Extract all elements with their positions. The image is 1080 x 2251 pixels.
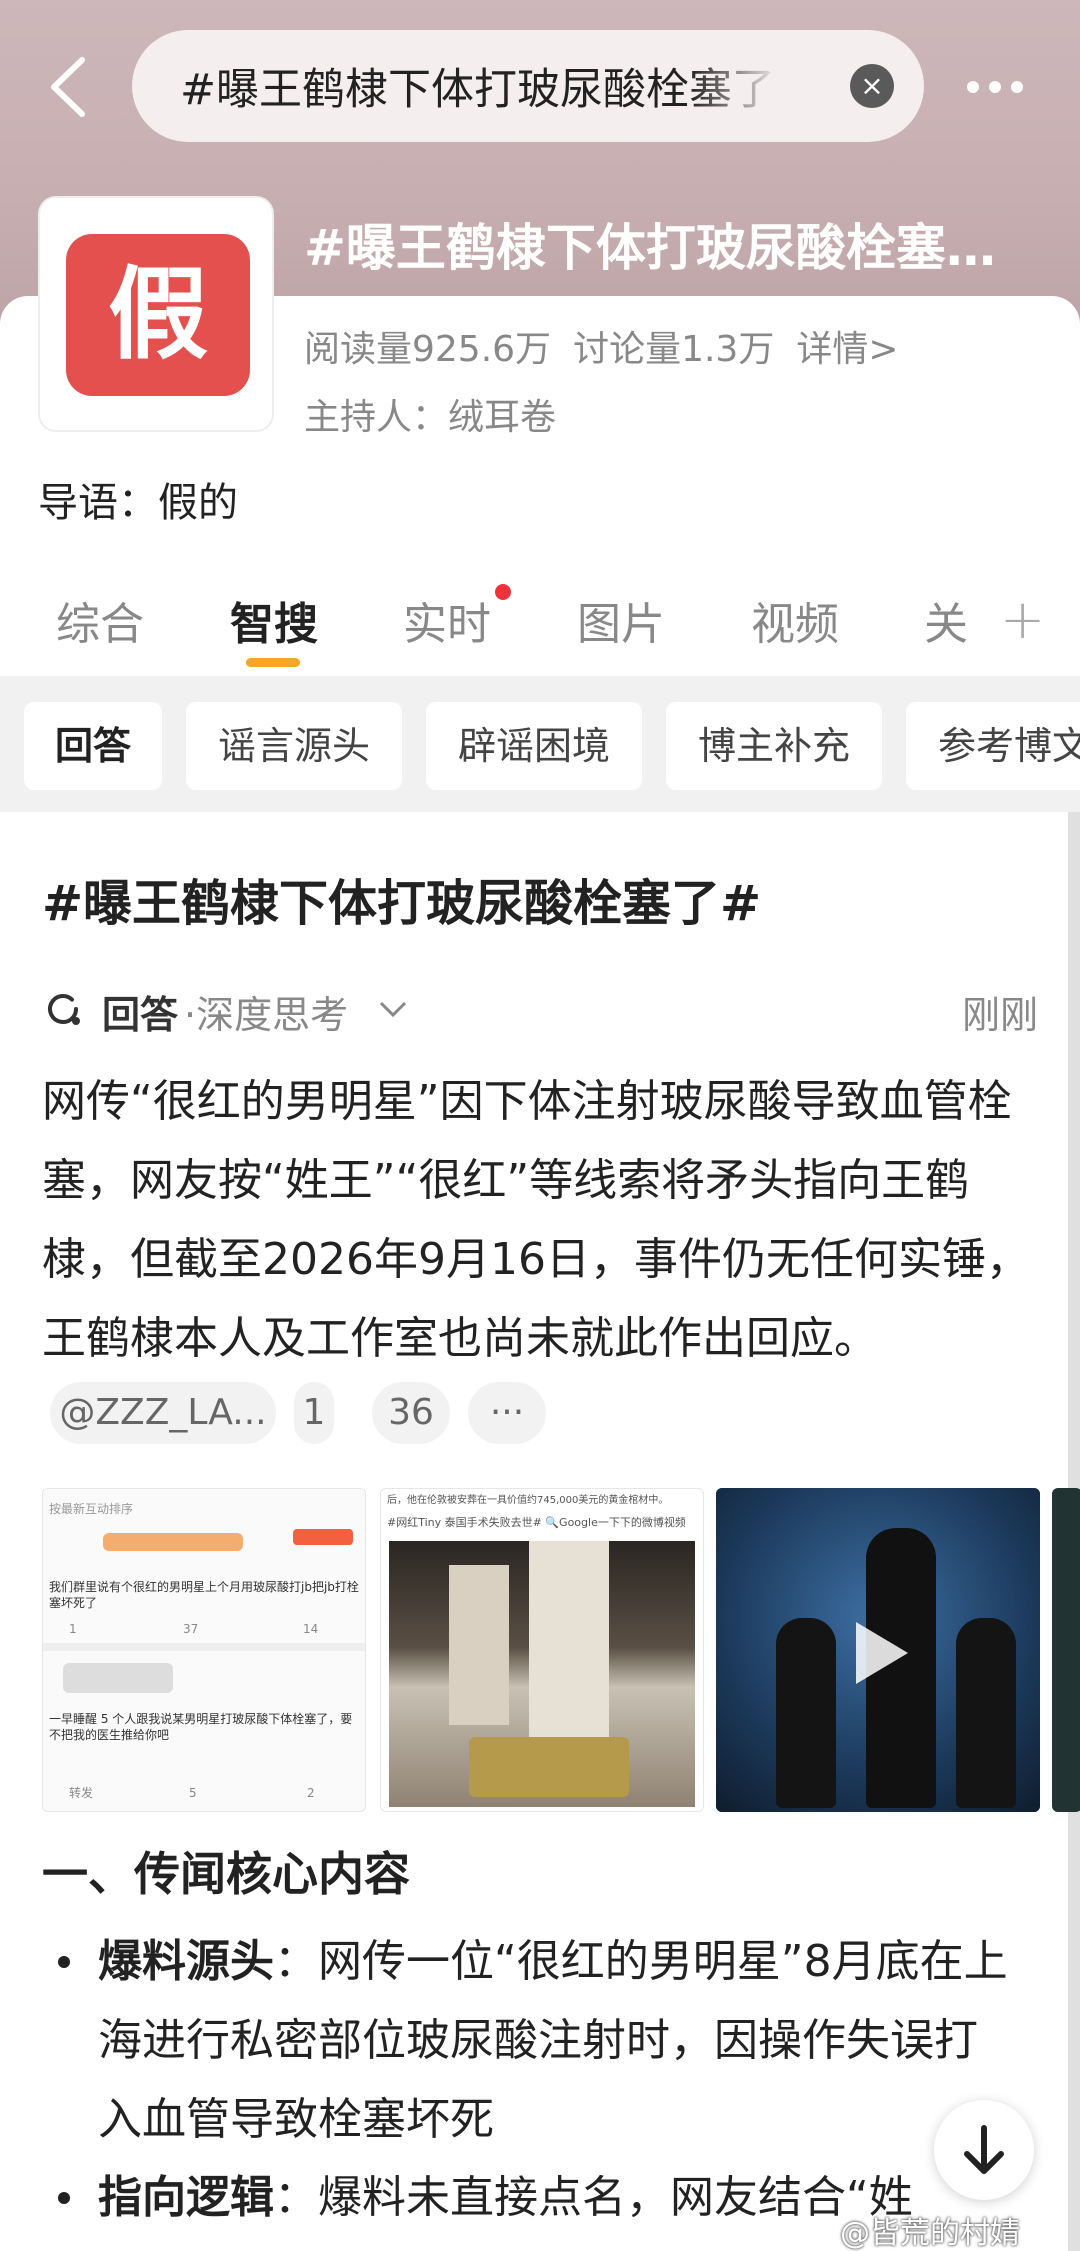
read-count: 阅读量925.6万 bbox=[304, 329, 552, 370]
image-text: 1 bbox=[69, 1622, 77, 1636]
image-text: 后，他在伦敦被安葬在一具价值约745,000美元的黄金棺材中。 bbox=[387, 1495, 669, 1506]
divider bbox=[43, 1643, 365, 1651]
deep-thinking-toggle[interactable]: ·深度思考 bbox=[184, 984, 348, 1039]
source-count-pill[interactable]: 36 bbox=[372, 1382, 450, 1444]
more-options-button[interactable] bbox=[962, 62, 1042, 112]
image-text: #网红Tiny 泰国手术失败去世# 🔍Google一下下的微博视频 bbox=[387, 1516, 686, 1529]
church-photo bbox=[389, 1541, 695, 1807]
tab-comprehensive[interactable]: 综合 bbox=[56, 588, 144, 652]
answer-header: 回答 ·深度思考 刚刚 bbox=[42, 980, 1038, 1040]
topic-title: #曝王鹤棣下体打玻尿酸栓塞… bbox=[304, 219, 996, 277]
back-arrow-icon bbox=[51, 57, 85, 117]
video-thumbnail[interactable] bbox=[716, 1488, 1040, 1812]
chip-answer[interactable]: 回答 bbox=[24, 702, 162, 790]
blurred-avatar-area bbox=[103, 1533, 243, 1551]
topic-stats: 阅读量925.6万 讨论量1.3万 详情> bbox=[304, 320, 921, 372]
bullet-item: 爆料源头：网传一位“很红的男明星”8月底在上海进行私密部位玻尿酸注射时，因操作失… bbox=[56, 1922, 1016, 2159]
answer-title: #曝王鹤棣下体打玻尿酸栓塞了# bbox=[42, 875, 762, 932]
chip-debunk-difficulty[interactable]: 辟谣困境 bbox=[426, 702, 642, 790]
topic-avatar: 假 bbox=[38, 196, 274, 432]
back-button[interactable] bbox=[40, 52, 100, 122]
image-text: 5 bbox=[189, 1786, 197, 1800]
screenshot-image-weibo-posts[interactable]: 按最新互动排序 我们群里说有个很红的男明星上个月用玻尿酸打jb把jb打栓塞坏死了… bbox=[42, 1488, 366, 1812]
tab-images[interactable]: 图片 bbox=[577, 588, 665, 652]
tab-realtime[interactable]: 实时 bbox=[403, 588, 491, 652]
bullet-dot bbox=[58, 1956, 70, 1968]
arrow-down-icon bbox=[964, 2125, 1004, 2174]
more-sources-pill[interactable]: ··· bbox=[468, 1382, 546, 1444]
chip-blogger-supplement[interactable]: 博主补充 bbox=[666, 702, 882, 790]
active-tab-indicator bbox=[246, 658, 300, 667]
dancer-figure bbox=[776, 1618, 836, 1808]
clear-icon[interactable]: × bbox=[850, 64, 894, 108]
answer-paragraph: 网传“很红的男明星”因下体注射玻尿酸导致血管栓塞，网友按“姓王”“很红”等线索将… bbox=[42, 1076, 1030, 1364]
image-text: 按最新互动排序 bbox=[49, 1502, 134, 1516]
tab-bar: 综合 智搜 实时 图片 视频 关 + bbox=[0, 580, 1080, 680]
dot-icon bbox=[989, 81, 1001, 93]
search-bar[interactable]: #曝王鹤棣下体打玻尿酸栓塞了 × bbox=[132, 30, 924, 142]
details-link[interactable]: 详情> bbox=[796, 329, 898, 370]
topic-intro: 导语：假的 bbox=[38, 480, 238, 526]
bullet-dot bbox=[58, 2192, 70, 2204]
bullet-text: ：爆料未直接点名，网友结合“姓 bbox=[274, 2172, 913, 2223]
section-heading: 一、传闻核心内容 bbox=[42, 1847, 410, 1901]
photo-detail bbox=[529, 1541, 609, 1741]
image-text: 转发 bbox=[69, 1786, 94, 1800]
tab-videos[interactable]: 视频 bbox=[751, 588, 839, 652]
answer-content: #曝王鹤棣下体打玻尿酸栓塞了# 回答 ·深度思考 刚刚 网传“很红的男明星”因下… bbox=[0, 812, 1080, 2251]
blurred-avatar-area bbox=[63, 1663, 173, 1693]
tab-related[interactable]: 关 bbox=[924, 588, 968, 652]
refresh-icon bbox=[48, 994, 80, 1025]
discussion-count: 讨论量1.3万 bbox=[573, 329, 775, 370]
dot-icon bbox=[1011, 81, 1023, 93]
chip-reference-posts[interactable]: 参考博文 bbox=[906, 702, 1080, 790]
source-count-pill[interactable]: 1 bbox=[294, 1382, 334, 1444]
image-text: 一早睡醒 5 个人跟我说某男明星打玻尿酸下体栓塞了，要不把我的医生推给你吧 bbox=[49, 1712, 353, 1742]
image-text: 我们群里说有个很红的男明星上个月用玻尿酸打jb把jb打栓塞坏死了 bbox=[49, 1580, 359, 1610]
badge-graphic bbox=[293, 1529, 353, 1545]
photo-detail bbox=[469, 1737, 629, 1797]
image-text: 2 bbox=[307, 1786, 315, 1800]
watermark: @皆荒的村婧 bbox=[840, 2216, 1020, 2251]
image-gallery: 按最新互动排序 我们群里说有个很红的男明星上个月用玻尿酸打jb把jb打栓塞坏死了… bbox=[42, 1488, 1080, 1824]
bullet-label: 爆料源头 bbox=[98, 1936, 274, 1987]
notification-dot bbox=[495, 584, 511, 600]
search-input[interactable]: #曝王鹤棣下体打玻尿酸栓塞了 bbox=[180, 55, 780, 117]
source-user-pill[interactable]: @ZZZ_LA... bbox=[50, 1382, 276, 1444]
image-text: 14 bbox=[303, 1622, 319, 1636]
bullet-label: 指向逻辑 bbox=[98, 2172, 274, 2223]
chip-rumor-source[interactable]: 谣言源头 bbox=[186, 702, 402, 790]
filter-chip-bar: 回答 谣言源头 辟谣困境 博主补充 参考博文 bbox=[0, 676, 1080, 812]
photo-detail bbox=[449, 1565, 509, 1725]
dancer-figure bbox=[956, 1618, 1016, 1808]
timestamp: 刚刚 bbox=[961, 993, 1038, 1037]
more-images-peek[interactable] bbox=[1052, 1488, 1080, 1812]
answer-label: 回答 bbox=[102, 993, 179, 1037]
dot-icon bbox=[967, 81, 979, 93]
add-tab-icon[interactable]: + bbox=[1000, 588, 1045, 651]
topic-host[interactable]: 主持人：绒耳卷 bbox=[304, 388, 556, 440]
topic-logo: 假 bbox=[66, 234, 250, 396]
play-icon[interactable] bbox=[848, 1618, 912, 1688]
image-text: 37 bbox=[183, 1622, 199, 1636]
chevron-down-icon[interactable] bbox=[378, 1000, 408, 1020]
scroll-down-button[interactable] bbox=[934, 2100, 1034, 2200]
tab-smart-search[interactable]: 智搜 bbox=[230, 588, 318, 652]
screenshot-image-news[interactable]: 后，他在伦敦被安葬在一具价值约745,000美元的黄金棺材中。 #网红Tiny … bbox=[380, 1488, 704, 1812]
